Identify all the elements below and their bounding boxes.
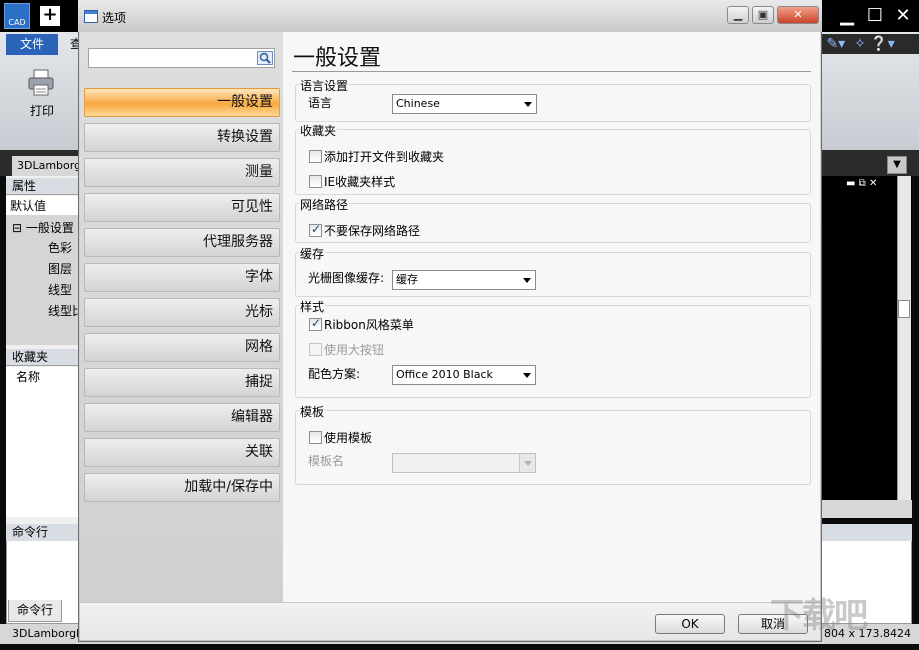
- horizontal-scrollbar[interactable]: [822, 500, 912, 518]
- nav-cursor[interactable]: 光标: [84, 298, 280, 327]
- ie-style-checkbox[interactable]: [309, 175, 322, 188]
- close-app-icon[interactable]: ✕: [892, 5, 914, 27]
- raster-cache-select[interactable]: 缓存: [392, 270, 536, 290]
- nav-measurement[interactable]: 测量: [84, 158, 280, 187]
- chevron-down-icon[interactable]: ▼: [887, 156, 907, 174]
- nav-snap[interactable]: 捕捉: [84, 368, 280, 397]
- scrollbar-thumb[interactable]: [898, 300, 910, 318]
- dialog-close-icon[interactable]: ✕: [777, 6, 819, 24]
- app-logo-icon[interactable]: CAD: [4, 3, 30, 29]
- add-open-files-label: 添加打开文件到收藏夹: [324, 150, 445, 164]
- nav-visibility[interactable]: 可见性: [84, 193, 280, 222]
- watermark-logo: 下载吧: [770, 596, 868, 636]
- language-value: Chinese: [396, 97, 440, 110]
- color-scheme-value: Office 2010 Black: [396, 368, 493, 381]
- maximize-icon[interactable]: ☐: [864, 5, 886, 27]
- nav-editor[interactable]: 编辑器: [84, 403, 280, 432]
- template-name-select[interactable]: [392, 453, 536, 473]
- color-scheme-select[interactable]: Office 2010 Black: [392, 365, 536, 385]
- title-divider: [292, 71, 811, 72]
- template-group-title: 模板: [299, 403, 326, 420]
- template-name-label: 模板名: [308, 454, 345, 468]
- dialog-title-bar[interactable]: [78, 0, 822, 32]
- language-select[interactable]: Chinese: [392, 94, 537, 114]
- add-open-files-checkbox[interactable]: [309, 150, 322, 163]
- property-row[interactable]: 线型: [6, 280, 78, 300]
- ribbon-help-icons[interactable]: ✎▾ ✧ ❔▾: [822, 34, 919, 54]
- style-group-title: 样式: [299, 298, 326, 315]
- raster-cache-value: 缓存: [396, 273, 418, 286]
- language-group: [295, 84, 811, 122]
- window-icon-bar: [85, 11, 97, 14]
- tab-file[interactable]: 文件: [6, 34, 58, 55]
- nav-proxy-server[interactable]: 代理服务器: [84, 228, 280, 257]
- ok-button[interactable]: OK: [655, 614, 725, 634]
- dialog-title: 选项: [102, 11, 127, 25]
- search-icon[interactable]: [257, 51, 273, 65]
- use-template-label: 使用模板: [324, 431, 373, 445]
- command-tab[interactable]: 命令行: [8, 600, 62, 622]
- chevron-down-icon: [520, 95, 536, 113]
- language-group-title: 语言设置: [299, 77, 350, 94]
- ie-style-label: IE收藏夹样式: [324, 175, 396, 189]
- chevron-down-icon: [519, 366, 535, 384]
- canvas-window-controls[interactable]: ▬ ⧉ ✕: [846, 178, 896, 190]
- nav-font[interactable]: 字体: [84, 263, 280, 292]
- raster-cache-label: 光栅图像缓存:: [308, 271, 385, 285]
- document-tab[interactable]: 3DLamborghini: [12, 156, 78, 176]
- chevron-down-icon: [519, 271, 535, 289]
- new-document-icon[interactable]: +: [40, 6, 60, 26]
- print-button[interactable]: 打印: [20, 68, 64, 122]
- page-title: 一般设置: [293, 46, 382, 71]
- printer-icon: [28, 69, 54, 96]
- property-row[interactable]: 图层: [6, 259, 78, 279]
- properties-header: 属性: [6, 178, 78, 195]
- network-path-group-title: 网络路径: [299, 196, 350, 213]
- no-save-network-path-label: 不要保存网络路径: [324, 224, 421, 238]
- nav-loading-saving[interactable]: 加载中/保存中: [84, 473, 280, 502]
- nav-grid[interactable]: 网格: [84, 333, 280, 362]
- dialog-restore-icon[interactable]: ▣: [752, 6, 774, 24]
- general-group-row[interactable]: ⊟ 一般设置: [6, 218, 78, 238]
- favorites-list[interactable]: 名称: [6, 367, 78, 517]
- dialog-minimize-icon[interactable]: ▁: [727, 6, 749, 24]
- ribbon-menu-label: Ribbon风格菜单: [324, 318, 414, 332]
- default-value-select[interactable]: 默认值: [6, 196, 78, 216]
- favorites-group-title: 收藏夹: [299, 122, 338, 139]
- property-row[interactable]: 色彩: [6, 238, 78, 258]
- ribbon-menu-checkbox[interactable]: [309, 316, 322, 331]
- cache-group-title: 缓存: [299, 245, 326, 262]
- template-group: [295, 410, 811, 485]
- vertical-scrollbar[interactable]: [897, 176, 911, 502]
- large-buttons-checkbox[interactable]: [309, 343, 322, 356]
- nav-conversion-settings[interactable]: 转换设置: [84, 123, 280, 152]
- chevron-down-icon: [519, 454, 535, 472]
- search-input[interactable]: [88, 48, 275, 68]
- minimize-window-icon[interactable]: ▁: [836, 5, 858, 27]
- no-save-network-path-checkbox[interactable]: [309, 222, 322, 237]
- use-template-checkbox[interactable]: [309, 431, 322, 444]
- nav-association[interactable]: 关联: [84, 438, 280, 467]
- favorites-header: 收藏夹: [6, 349, 78, 366]
- tab-view[interactable]: 查: [60, 34, 82, 55]
- language-label: 语言: [308, 96, 333, 110]
- color-scheme-label: 配色方案:: [308, 367, 361, 381]
- nav-general-settings[interactable]: 一般设置: [84, 88, 280, 117]
- print-label: 打印: [29, 104, 54, 118]
- large-buttons-label: 使用大按钮: [324, 343, 385, 357]
- property-row[interactable]: 线型比例: [6, 301, 78, 321]
- name-column-header: 名称: [16, 370, 41, 384]
